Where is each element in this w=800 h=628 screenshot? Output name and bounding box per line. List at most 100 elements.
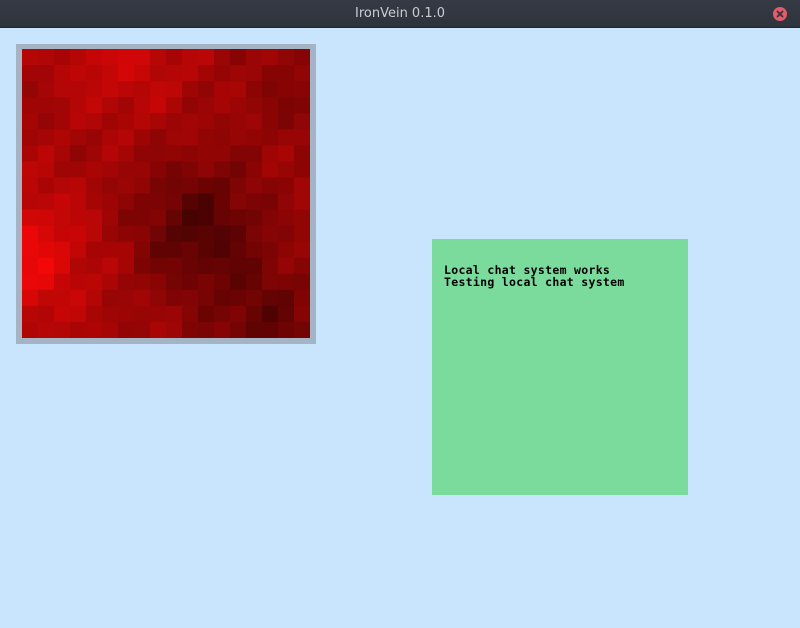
terrain-tile: [262, 321, 279, 338]
terrain-tile: [70, 113, 87, 130]
terrain-tile: [294, 305, 310, 323]
terrain-tile: [150, 305, 167, 323]
terrain-tile: [230, 113, 247, 130]
terrain-tile: [262, 241, 279, 259]
terrain-tile: [118, 161, 135, 179]
terrain-tile: [294, 321, 310, 338]
terrain-tile: [294, 209, 310, 227]
window-title: IronVein 0.1.0: [354, 6, 446, 21]
terrain-tile: [118, 81, 135, 98]
chat-message-list: Local chat system works Testing local cha…: [444, 264, 625, 288]
terrain-tile: [70, 145, 87, 162]
terrain-tile: [230, 97, 247, 114]
terrain-tile: [198, 129, 215, 146]
terrain-tile: [246, 257, 263, 275]
terrain-tile: [230, 273, 247, 291]
terrain-tile: [102, 145, 119, 162]
terrain-tile: [262, 209, 279, 227]
terrain-tile: [166, 49, 183, 66]
terrain-tile: [214, 161, 231, 179]
terrain-tile: [214, 193, 231, 211]
title-bar[interactable]: IronVein 0.1.0: [0, 0, 800, 28]
terrain-tile: [118, 177, 135, 195]
terrain-tile: [134, 209, 151, 227]
game-viewport[interactable]: Local chat system works Testing local cha…: [0, 28, 800, 628]
terrain-tile: [22, 129, 39, 146]
terrain-tile: [182, 145, 199, 162]
terrain-tile: [86, 113, 103, 130]
terrain-tile: [166, 177, 183, 195]
terrain-tile: [262, 129, 279, 146]
terrain-tile: [214, 289, 231, 307]
terrain-tile: [118, 49, 135, 66]
terrain-tile: [134, 273, 151, 291]
terrain-tile: [86, 209, 103, 227]
terrain-tile: [86, 225, 103, 243]
terrain-tile: [278, 49, 295, 66]
terrain-tile: [134, 161, 151, 179]
terrain-tile: [38, 65, 55, 82]
terrain-tile: [86, 129, 103, 146]
terrain-tile: [230, 193, 247, 211]
terrain-tile: [150, 273, 167, 291]
terrain-tile: [182, 177, 199, 195]
terrain-tile: [230, 81, 247, 98]
terrain-tile: [38, 321, 55, 338]
terrain-tile: [22, 81, 39, 98]
terrain-tile: [150, 241, 167, 259]
terrain-tile: [262, 113, 279, 130]
terrain-tile: [198, 241, 215, 259]
terrain-tile: [54, 177, 71, 195]
terrain-tile: [70, 81, 87, 98]
terrain-tile: [70, 49, 87, 66]
terrain-tile: [262, 225, 279, 243]
terrain-tile: [246, 193, 263, 211]
terrain-tile: [134, 65, 151, 82]
terrain-tile: [38, 241, 55, 259]
terrain-tile: [246, 289, 263, 307]
terrain-tile: [22, 257, 39, 275]
terrain-tile: [38, 113, 55, 130]
terrain-tile: [166, 81, 183, 98]
terrain-map[interactable]: [22, 49, 310, 338]
terrain-tile: [118, 113, 135, 130]
terrain-tile: [134, 81, 151, 98]
chat-message: Testing local chat system: [444, 275, 625, 289]
terrain-tile: [134, 257, 151, 275]
close-button[interactable]: [773, 7, 787, 21]
terrain-tile: [214, 129, 231, 146]
terrain-tile: [134, 145, 151, 162]
terrain-tile: [166, 305, 183, 323]
terrain-tile: [54, 49, 71, 66]
terrain-tile: [230, 209, 247, 227]
terrain-tile: [278, 65, 295, 82]
terrain-tile: [198, 321, 215, 338]
terrain-tile: [38, 273, 55, 291]
terrain-tile: [278, 145, 295, 162]
terrain-tile: [294, 273, 310, 291]
terrain-tile: [118, 321, 135, 338]
terrain-tile: [150, 289, 167, 307]
terrain-tile: [38, 209, 55, 227]
terrain-tile: [70, 129, 87, 146]
terrain-tile: [278, 289, 295, 307]
terrain-tile: [182, 113, 199, 130]
terrain-tile: [262, 65, 279, 82]
terrain-heightmap: [22, 49, 310, 338]
terrain-tile: [134, 177, 151, 195]
terrain-tile: [70, 97, 87, 114]
terrain-tile: [278, 209, 295, 227]
terrain-tile: [278, 225, 295, 243]
terrain-tile: [278, 321, 295, 338]
terrain-tile: [22, 193, 39, 211]
terrain-tile: [150, 129, 167, 146]
terrain-tile: [70, 241, 87, 259]
terrain-tile: [54, 321, 71, 338]
terrain-tile: [102, 177, 119, 195]
close-icon: [776, 10, 784, 18]
terrain-tile: [150, 145, 167, 162]
terrain-tile: [166, 145, 183, 162]
terrain-tile: [294, 289, 310, 307]
terrain-tile: [262, 161, 279, 179]
terrain-tile: [182, 49, 199, 66]
